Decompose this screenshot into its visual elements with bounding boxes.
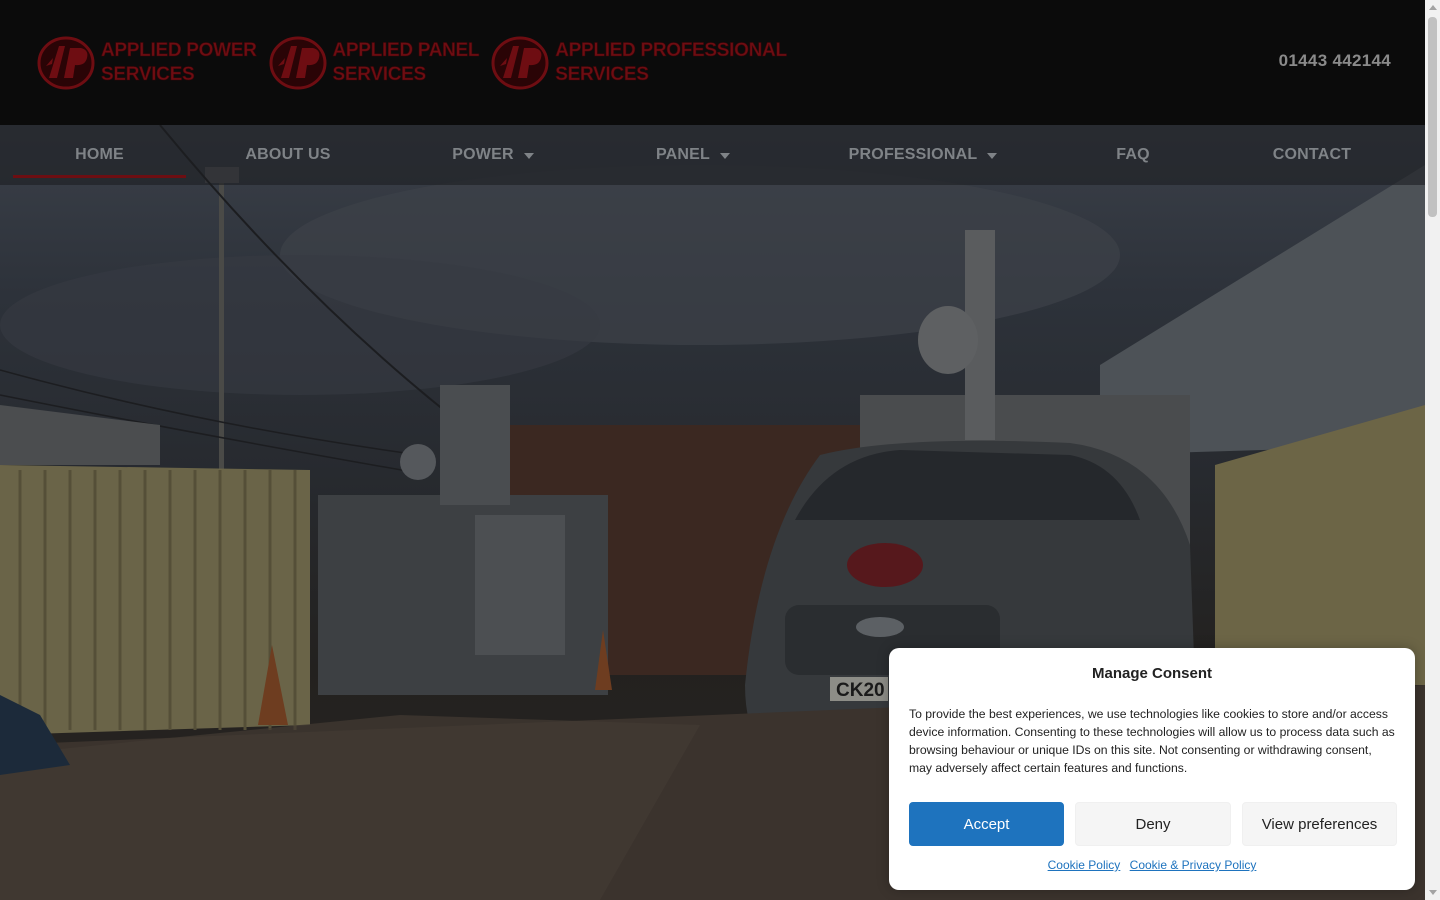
nav-item-faq[interactable]: FAQ xyxy=(1100,125,1166,185)
logo-applied-professional[interactable]: APPLIED PROFESSIONAL SERVICES xyxy=(491,36,787,90)
logo-line-2: SERVICES xyxy=(555,64,649,86)
logo-applied-power[interactable]: APPLIED POWER SERVICES xyxy=(37,36,257,90)
site-header: APPLIED POWER SERVICES APPLIED PANEL SER… xyxy=(0,0,1425,125)
caret-down-icon xyxy=(987,153,998,159)
nav-item-professional[interactable]: PROFESSIONAL xyxy=(840,125,1006,185)
nav-label: ABOUT US xyxy=(245,146,331,163)
logo-line-1: APPLIED PROFESSIONAL xyxy=(555,40,787,62)
van-plate-text: CK20 xyxy=(836,680,885,701)
nav-label: PANEL xyxy=(655,146,711,163)
aps-logo-icon xyxy=(269,36,327,90)
view-preferences-button[interactable]: View preferences xyxy=(1242,802,1397,846)
nav-label: POWER xyxy=(452,146,514,163)
phone-number-link[interactable]: 01443 442144 xyxy=(1279,51,1391,71)
logo-group: APPLIED POWER SERVICES APPLIED PANEL SER… xyxy=(37,36,787,90)
logo-text: APPLIED PANEL SERVICES xyxy=(332,39,480,87)
nav-label: FAQ xyxy=(1116,146,1150,163)
nav-item-power[interactable]: POWER xyxy=(440,125,546,185)
nav-item-contact[interactable]: CONTACT xyxy=(1252,125,1372,185)
logo-line-2: SERVICES xyxy=(332,64,426,86)
logo-applied-panel[interactable]: APPLIED PANEL SERVICES xyxy=(269,36,480,90)
deny-button[interactable]: Deny xyxy=(1075,802,1231,846)
accept-button[interactable]: Accept xyxy=(909,802,1064,846)
caret-down-icon xyxy=(720,153,731,159)
logo-line-1: APPLIED PANEL xyxy=(332,40,480,62)
consent-links: Cookie Policy Cookie & Privacy Policy xyxy=(889,858,1415,872)
nav-item-about-us[interactable]: ABOUT US xyxy=(220,125,356,185)
aps-logo-icon xyxy=(491,36,549,90)
consent-button-group: Accept Deny View preferences xyxy=(909,802,1397,846)
consent-title: Manage Consent xyxy=(1091,665,1212,682)
cookie-consent-dialog: Manage Consent To provide the best exper… xyxy=(889,648,1415,890)
scroll-up-arrow-icon[interactable] xyxy=(1429,5,1437,10)
caret-down-icon xyxy=(523,153,534,159)
nav-label: HOME xyxy=(75,146,124,163)
cookie-privacy-policy-link[interactable]: Cookie & Privacy Policy xyxy=(1130,858,1257,872)
aps-logo-icon xyxy=(37,36,95,90)
logo-line-1: APPLIED POWER xyxy=(101,40,257,62)
nav-item-panel[interactable]: PANEL xyxy=(643,125,743,185)
cookie-policy-link[interactable]: Cookie Policy xyxy=(1048,858,1121,872)
scroll-down-arrow-icon[interactable] xyxy=(1429,890,1437,895)
consent-message: To provide the best experiences, we use … xyxy=(909,707,1395,775)
nav-label: PROFESSIONAL xyxy=(848,146,978,163)
page: APPLIED POWER SERVICES APPLIED PANEL SER… xyxy=(0,0,1440,900)
logo-text: APPLIED PROFESSIONAL SERVICES xyxy=(555,39,787,87)
page-scrollbar[interactable] xyxy=(1425,0,1440,900)
nav-label: CONTACT xyxy=(1272,146,1352,163)
nav-item-home[interactable]: HOME xyxy=(13,125,186,185)
logo-line-2: SERVICES xyxy=(101,64,195,86)
scrollbar-thumb[interactable] xyxy=(1428,17,1437,217)
logo-text: APPLIED POWER SERVICES xyxy=(101,39,257,87)
main-nav: HOME ABOUT US POWER PANEL PROFESSIONAL F… xyxy=(0,125,1425,185)
